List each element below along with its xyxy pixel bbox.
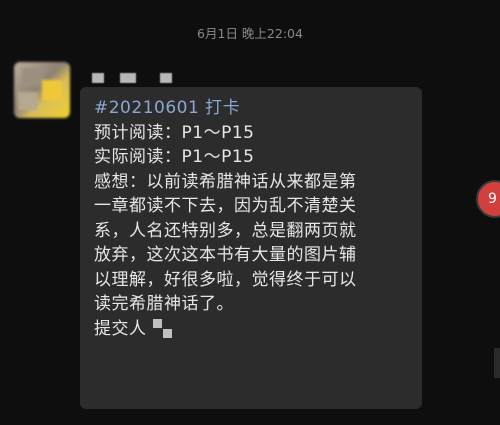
submitter-label: 提交人 bbox=[94, 318, 147, 339]
message-line: 放弃，这次这本书有大量的图片辅 bbox=[94, 245, 357, 265]
message-line: 感想：以前读希腊神话从来都是第 bbox=[94, 171, 357, 192]
message-line: 实际阅读：P1～P15 bbox=[94, 147, 255, 167]
submitter-line: 提交人 bbox=[94, 317, 410, 342]
message-bubble[interactable]: #20210601 打卡 预计阅读：P1～P15 实际阅读：P1～P15 感想：… bbox=[80, 87, 422, 409]
unread-badge[interactable]: 9 bbox=[476, 180, 500, 218]
avatar[interactable] bbox=[14, 62, 70, 118]
scroll-edge-marker bbox=[494, 348, 500, 378]
message-hashtag[interactable]: #20210601 打卡 bbox=[94, 96, 410, 121]
sender-name-masked bbox=[86, 71, 206, 85]
message-line: 系，人名还特别多，总是翻两页就 bbox=[94, 220, 357, 241]
message-line: 预计阅读：P1～P15 bbox=[94, 122, 255, 143]
message-timestamp: 6月1日 晚上22:04 bbox=[197, 26, 303, 41]
message-line: 一章都读不下去，因为乱不清楚关 bbox=[94, 196, 357, 216]
submitter-name-masked bbox=[152, 318, 173, 339]
message-line: 以理解，好很多啦，觉得终于可以 bbox=[94, 269, 357, 290]
message-line: 读完希腊神话了。 bbox=[94, 294, 234, 314]
